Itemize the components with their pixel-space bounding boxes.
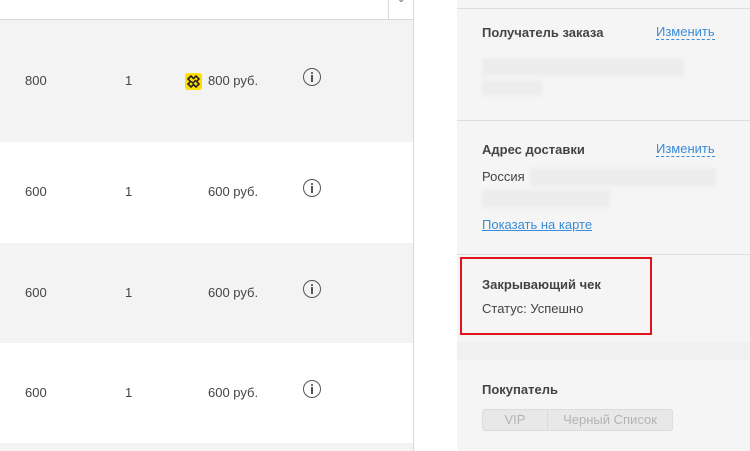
- redacted-recipient-extra: [482, 80, 542, 96]
- recipient-label: Получатель заказа: [482, 25, 604, 40]
- item-price: 600: [25, 285, 47, 300]
- info-icon[interactable]: [303, 68, 321, 86]
- item-total: 600 руб.: [208, 385, 259, 400]
- redacted-address: [530, 168, 716, 186]
- table-row: 800 1 800 руб.: [0, 20, 413, 142]
- divider: [457, 254, 750, 255]
- order-items-table: ⌄ 800 1 800 руб. 600 1 600 руб. 600 1 60…: [0, 0, 414, 451]
- item-price: 600: [25, 385, 47, 400]
- divider: [457, 120, 750, 121]
- redacted-address-line2: [482, 190, 610, 208]
- buyer-tags: VIP Черный Список: [482, 409, 673, 431]
- item-price: 600: [25, 184, 47, 199]
- item-quantity: 1: [125, 385, 133, 400]
- chevron-down-icon: ⌄: [397, 0, 405, 5]
- info-icon[interactable]: [303, 280, 321, 298]
- divider: [457, 8, 750, 9]
- table-header-bar: ⌄: [0, 0, 413, 20]
- buyer-card: [457, 360, 750, 451]
- payment-badge-icon: [185, 73, 202, 90]
- table-row: 600 1 600 руб.: [0, 243, 413, 343]
- redacted-recipient: [482, 58, 684, 76]
- table-row: [0, 443, 413, 451]
- item-total: 600 руб.: [208, 285, 259, 300]
- table-row: 600 1 600 руб.: [0, 142, 413, 243]
- blacklist-tag-button[interactable]: Черный Список: [548, 409, 673, 431]
- vip-tag-button[interactable]: VIP: [482, 409, 548, 431]
- item-price: 800: [25, 73, 47, 88]
- highlight-box: [460, 257, 652, 335]
- item-quantity: 1: [125, 285, 133, 300]
- buyer-label: Покупатель: [482, 382, 558, 397]
- item-quantity: 1: [125, 73, 133, 88]
- item-total: 800 руб.: [208, 73, 259, 88]
- panel-gutter: [414, 0, 457, 451]
- change-address-link[interactable]: Изменить: [656, 142, 715, 157]
- info-icon[interactable]: [303, 380, 321, 398]
- table-row: 600 1 600 руб.: [0, 343, 413, 443]
- dropdown-toggle[interactable]: ⌄: [388, 0, 413, 20]
- change-recipient-link[interactable]: Изменить: [656, 25, 715, 40]
- item-quantity: 1: [125, 184, 133, 199]
- show-on-map-link[interactable]: Показать на карте: [482, 217, 592, 232]
- info-icon[interactable]: [303, 179, 321, 197]
- address-label: Адрес доставки: [482, 142, 585, 157]
- item-total: 600 руб.: [208, 184, 259, 199]
- address-country: Россия: [482, 169, 525, 184]
